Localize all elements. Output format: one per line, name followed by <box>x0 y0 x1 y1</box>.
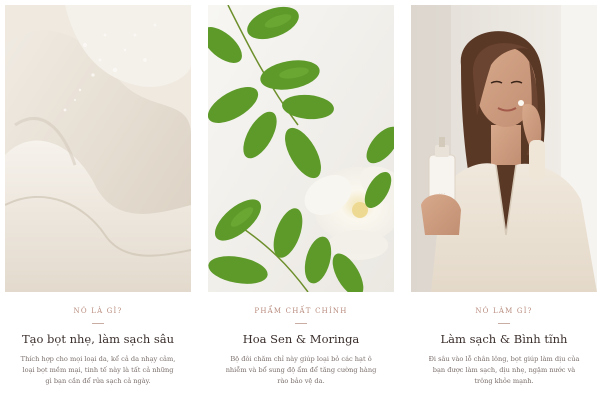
card-description: Bộ đôi chăm chỉ này giúp loại bỏ các hạt… <box>225 355 377 385</box>
feature-card-benefits: · · · NÓ LÀM GÌ? Làm sạch & Bình tĩnh Đi… <box>411 5 597 387</box>
feature-grid: NÓ LÀ GÌ? Tạo bọt nhẹ, làm sạch sâu Thíc… <box>0 0 600 407</box>
divider <box>295 323 307 324</box>
woman-with-product-image: · · · <box>411 5 597 292</box>
card-title: Làm sạch & Bình tĩnh <box>440 332 568 346</box>
card-eyebrow: PHẨM CHẤT CHÍNH <box>254 307 348 315</box>
card-description: Đi sâu vào lỗ chân lông, bọt giúp làm dị… <box>428 355 580 385</box>
card-description: Thích hợp cho mọi loại da, kể cả da nhạy… <box>20 355 176 385</box>
card-eyebrow: NÓ LÀM GÌ? <box>475 307 533 315</box>
divider <box>92 323 104 324</box>
foam-texture-image <box>5 5 191 292</box>
feature-card-texture: NÓ LÀ GÌ? Tạo bọt nhẹ, làm sạch sâu Thíc… <box>5 5 191 387</box>
card-eyebrow: NÓ LÀ GÌ? <box>73 307 123 315</box>
green-leaves-flower-image <box>208 5 394 292</box>
feature-card-ingredients: PHẨM CHẤT CHÍNH Hoa Sen & Moringa Bộ đôi… <box>208 5 394 387</box>
divider <box>498 323 510 324</box>
card-title: Hoa Sen & Moringa <box>242 332 360 346</box>
card-title: Tạo bọt nhẹ, làm sạch sâu <box>21 332 175 346</box>
